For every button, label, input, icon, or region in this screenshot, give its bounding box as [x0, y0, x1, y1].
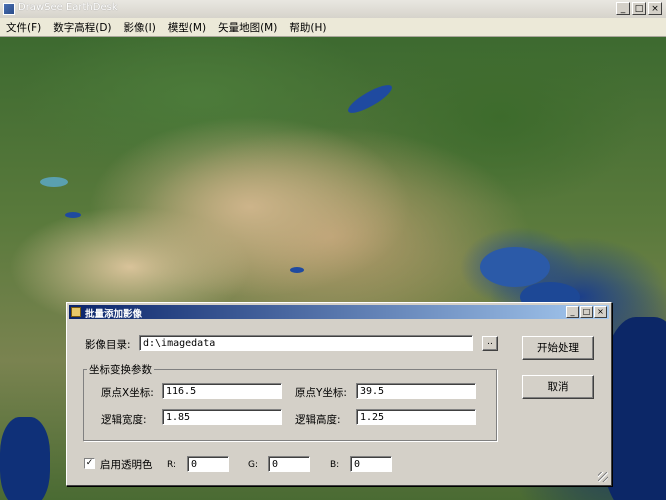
- g-input[interactable]: 0: [268, 456, 310, 472]
- logic-height-label: 逻辑高度:: [295, 414, 341, 426]
- b-label: B:: [330, 460, 340, 470]
- transform-params-title: 坐标变换参数: [87, 362, 154, 377]
- image-dir-input[interactable]: d:\imagedata: [139, 335, 473, 351]
- cancel-button[interactable]: 取消: [522, 375, 594, 399]
- logic-height-input[interactable]: 1.25: [356, 409, 476, 425]
- origin-y-input[interactable]: 39.5: [356, 383, 476, 399]
- window-title: DrawSee EarthDesk: [18, 2, 118, 13]
- menu-help[interactable]: 帮助(H): [283, 20, 332, 35]
- dialog-maximize-button[interactable]: □: [580, 306, 593, 318]
- menu-vector-map[interactable]: 矢量地图(M): [212, 20, 283, 35]
- resize-grip[interactable]: [598, 472, 608, 482]
- menu-bar: 文件(F) 数字高程(D) 影像(I) 模型(M) 矢量地图(M) 帮助(H): [0, 18, 666, 37]
- dialog-controls: _ □ ×: [566, 306, 607, 318]
- minimize-button[interactable]: _: [616, 2, 630, 15]
- lake: [0, 417, 50, 500]
- dialog-minimize-button[interactable]: _: [566, 306, 579, 318]
- origin-x-input[interactable]: 116.5: [162, 383, 282, 399]
- lake: [290, 267, 304, 273]
- window-controls: _ □ ×: [616, 2, 662, 15]
- r-label: R:: [167, 460, 177, 470]
- lake: [344, 80, 396, 118]
- transparency-checkbox[interactable]: ✓: [84, 458, 95, 469]
- start-process-button[interactable]: 开始处理: [522, 336, 594, 360]
- menu-dem[interactable]: 数字高程(D): [47, 20, 117, 35]
- lake: [480, 247, 550, 287]
- transform-params-group: [83, 369, 497, 441]
- menu-model[interactable]: 模型(M): [162, 20, 212, 35]
- b-input[interactable]: 0: [350, 456, 392, 472]
- image-dir-label: 影像目录:: [85, 339, 131, 351]
- lake: [40, 177, 68, 187]
- dialog-title-bar[interactable]: 批量添加影像 _ □ ×: [69, 305, 609, 320]
- maximize-button[interactable]: □: [632, 2, 646, 15]
- r-input[interactable]: 0: [187, 456, 229, 472]
- dialog-icon: [71, 307, 81, 317]
- logic-width-input[interactable]: 1.85: [162, 409, 282, 425]
- browse-button[interactable]: ..: [482, 336, 498, 351]
- close-button[interactable]: ×: [648, 2, 662, 15]
- dialog-close-button[interactable]: ×: [594, 306, 607, 318]
- menu-file[interactable]: 文件(F): [0, 20, 47, 35]
- g-label: G:: [248, 460, 259, 470]
- menu-image[interactable]: 影像(I): [118, 20, 162, 35]
- dialog-title: 批量添加影像: [85, 309, 143, 320]
- logic-width-label: 逻辑宽度:: [101, 414, 147, 426]
- lake: [65, 212, 81, 218]
- main-title-bar[interactable]: DrawSee EarthDesk _ □ ×: [0, 0, 666, 19]
- origin-y-label: 原点Y坐标:: [295, 387, 347, 399]
- batch-add-image-dialog: 批量添加影像 _ □ × 影像目录: d:\imagedata .. 开始处理 …: [66, 302, 612, 486]
- app-icon: [3, 3, 15, 15]
- origin-x-label: 原点X坐标:: [101, 387, 154, 399]
- transparency-label: 启用透明色: [100, 459, 153, 471]
